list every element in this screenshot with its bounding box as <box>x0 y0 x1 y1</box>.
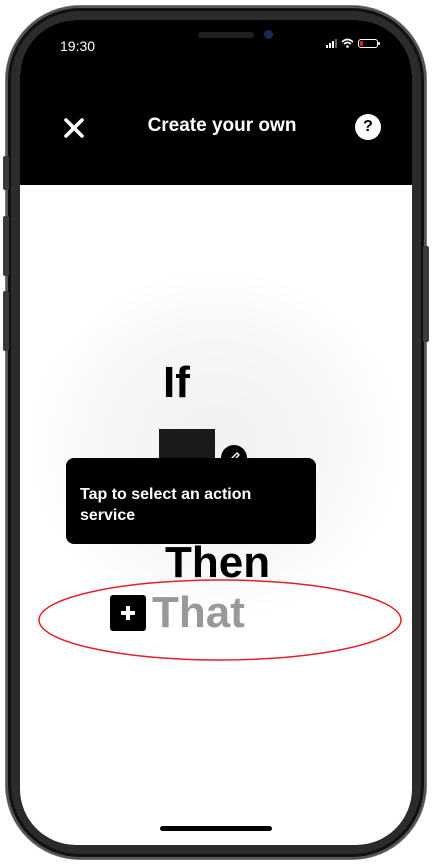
phone-screen: 19:30 Create your own ? If Then Tap to s… <box>20 20 412 845</box>
app-header: 19:30 Create your own ? <box>20 20 412 185</box>
volume-down-button <box>3 291 9 351</box>
wifi-icon <box>341 38 354 48</box>
add-action-service-button[interactable]: That <box>110 588 245 638</box>
help-icon: ? <box>363 118 373 135</box>
if-label: If <box>163 358 190 407</box>
volume-up-button <box>3 216 9 276</box>
speaker-grille <box>198 32 254 38</box>
status-time: 19:30 <box>60 38 96 54</box>
action-service-tooltip: Tap to select an action service <box>66 458 316 544</box>
close-button[interactable] <box>58 112 90 144</box>
home-indicator <box>160 826 272 831</box>
battery-icon <box>358 38 380 48</box>
signal-icon <box>326 38 337 48</box>
that-label: That <box>152 588 245 637</box>
power-button <box>423 246 429 342</box>
status-icons <box>326 38 380 48</box>
side-button <box>3 156 9 190</box>
close-icon <box>64 118 84 138</box>
page-title: Create your own <box>147 115 297 136</box>
help-button[interactable]: ? <box>355 114 381 140</box>
then-label: Then <box>165 538 271 587</box>
notch <box>120 20 314 50</box>
plus-icon <box>110 595 146 631</box>
front-camera <box>264 30 273 39</box>
